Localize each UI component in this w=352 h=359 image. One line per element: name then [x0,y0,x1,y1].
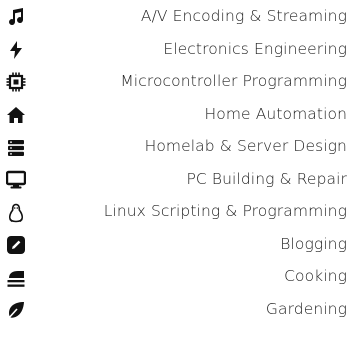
skill-item: Electronics Engineering [163,39,347,58]
cpu-icon [6,72,26,92]
leaf-icon [6,300,26,320]
tux-icon [6,203,26,223]
server-icon [6,138,26,158]
cooking-icon [6,268,26,288]
music-icon [6,7,26,27]
monitor-icon [6,170,26,190]
skill-item: Microcontroller Programming [120,72,347,91]
bolt-icon [6,40,26,60]
skill-item: Linux Scripting & Programming [103,202,347,221]
edit-icon [6,235,26,255]
skill-item: A/V Encoding & Streaming [140,7,347,26]
skill-item: Gardening [265,299,347,318]
skill-item: Home Automation [204,104,347,123]
skills-list: A/V Encoding & Streaming Electronics Eng… [47,0,347,325]
home-icon [6,105,26,125]
skill-item: Blogging [280,234,347,253]
skill-item: Homelab & Server Design [144,137,347,156]
skill-item: Cooking [284,267,347,286]
skill-item: PC Building & Repair [186,169,347,188]
